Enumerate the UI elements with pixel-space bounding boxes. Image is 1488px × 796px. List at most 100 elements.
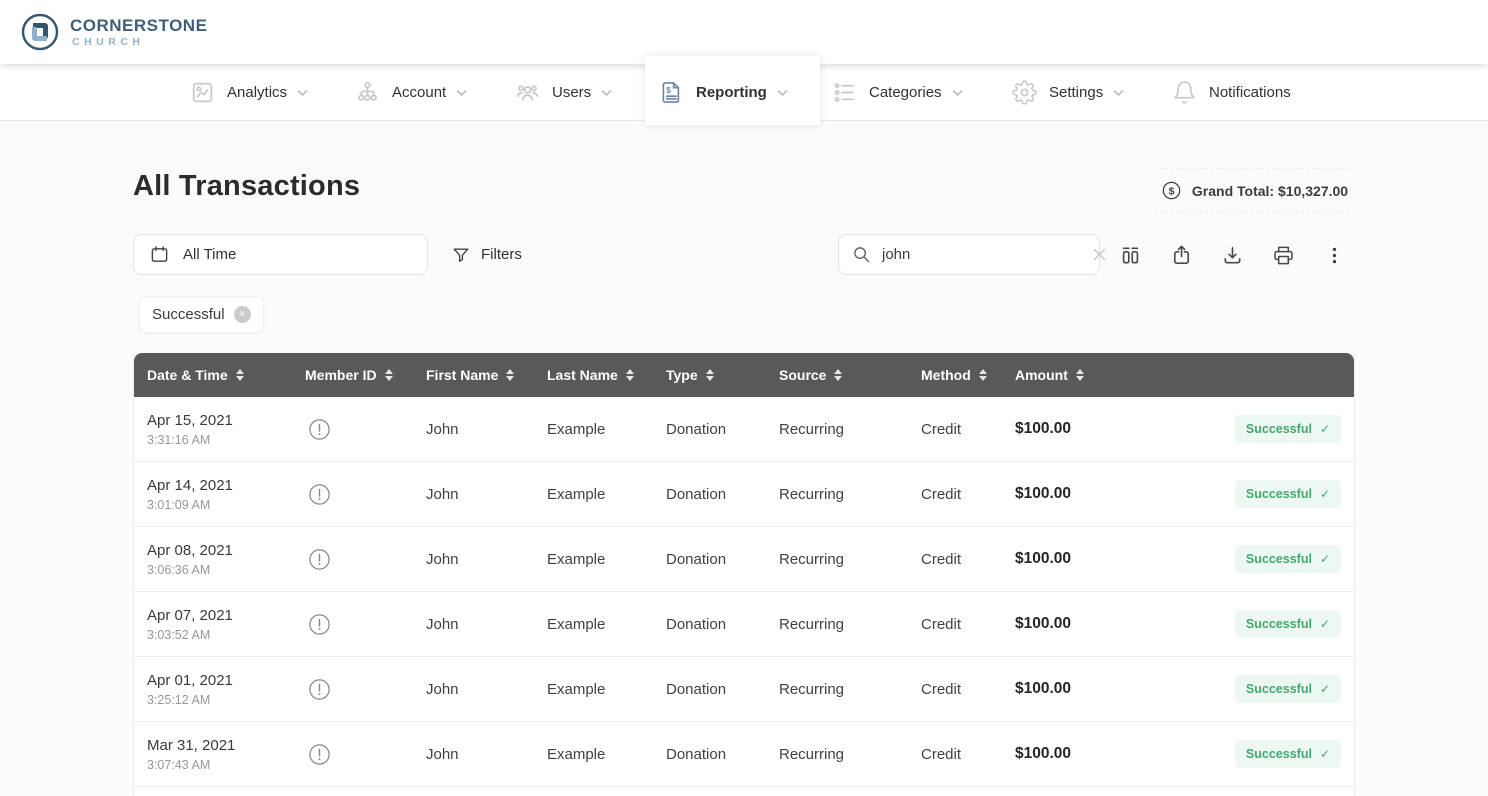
search-input[interactable]	[882, 246, 1081, 263]
search-box	[838, 234, 1100, 275]
filters-label: Filters	[481, 246, 522, 263]
nav-label-analytics: Analytics	[227, 84, 287, 101]
print-button[interactable]	[1265, 237, 1301, 273]
nav-item-notifications[interactable]: Notifications	[1172, 64, 1291, 121]
chevron-down-icon	[601, 89, 612, 97]
nav-item-analytics[interactable]: Analytics	[190, 64, 308, 121]
member-id-alert-icon[interactable]	[305, 678, 331, 701]
row-date: Apr 01, 2021	[147, 672, 305, 689]
table-header-row: Date & Time Member ID First Name Last Na…	[134, 353, 1354, 397]
row-type: Donation	[666, 421, 779, 438]
status-badge-label: Successful	[1246, 682, 1312, 696]
member-id-alert-icon[interactable]	[305, 548, 331, 571]
top-bar: CORNERSTONE CHURCH	[0, 0, 1488, 64]
search-clear-icon[interactable]	[1092, 247, 1107, 262]
row-time: 3:03:52 AM	[147, 628, 305, 642]
row-first-name: John	[426, 681, 547, 698]
church-logo-icon	[16, 8, 64, 56]
categories-icon	[832, 80, 857, 105]
status-badge-label: Successful	[1246, 747, 1312, 761]
date-range-picker[interactable]: All Time	[133, 234, 428, 275]
member-id-alert-icon[interactable]	[305, 743, 331, 766]
sort-icon	[834, 369, 842, 381]
column-header-type[interactable]: Type	[666, 367, 779, 383]
member-id-alert-icon[interactable]	[305, 483, 331, 506]
nav-label-users: Users	[552, 84, 591, 101]
member-id-alert-icon[interactable]	[305, 418, 331, 441]
column-header-first-name[interactable]: First Name	[426, 367, 547, 383]
row-date: Apr 08, 2021	[147, 542, 305, 559]
table-row[interactable]: Apr 15, 2021 3:31:16 AM John Example Don…	[134, 397, 1354, 462]
status-badge: Successful ✓	[1235, 610, 1341, 638]
filters-button[interactable]: Filters	[452, 234, 522, 275]
table-row[interactable]: Mar 31, 2021 3:07:43 AM John Example Don…	[134, 722, 1354, 787]
status-badge: Successful ✓	[1235, 415, 1341, 443]
toolbar-actions	[1112, 236, 1352, 274]
nav-label-notifications: Notifications	[1209, 84, 1291, 101]
column-header-date-time[interactable]: Date & Time	[147, 367, 305, 383]
row-time: 3:25:12 AM	[147, 693, 305, 707]
check-icon: ✓	[1320, 617, 1330, 631]
download-button[interactable]	[1214, 237, 1250, 273]
row-method: Credit	[921, 746, 1015, 763]
column-header-amount[interactable]: Amount	[1015, 367, 1135, 383]
table-row[interactable]: Apr 08, 2021 3:06:36 AM John Example Don…	[134, 527, 1354, 592]
sort-icon	[236, 369, 244, 381]
status-badge: Successful ✓	[1235, 675, 1341, 703]
row-time: 3:31:16 AM	[147, 433, 305, 447]
row-source: Recurring	[779, 421, 921, 438]
nav-label-categories: Categories	[869, 84, 942, 101]
column-header-last-name[interactable]: Last Name	[547, 367, 666, 383]
users-icon	[515, 80, 540, 105]
status-badge-label: Successful	[1246, 552, 1312, 566]
svg-text:$: $	[1169, 186, 1175, 197]
status-badge: Successful ✓	[1235, 545, 1341, 573]
column-header-member-id[interactable]: Member ID	[305, 367, 426, 383]
row-source: Recurring	[779, 551, 921, 568]
table-row[interactable]: Apr 14, 2021 3:01:09 AM John Example Don…	[134, 462, 1354, 527]
table-row[interactable]: Apr 01, 2021 3:25:12 AM John Example Don…	[134, 657, 1354, 722]
brand-logo[interactable]: CORNERSTONE CHURCH	[16, 8, 207, 56]
dollar-circle-icon: $	[1162, 181, 1181, 200]
page-title: All Transactions	[133, 170, 360, 203]
nav-item-users[interactable]: Users	[515, 64, 612, 121]
nav-label-account: Account	[392, 84, 446, 101]
row-method: Credit	[921, 681, 1015, 698]
nav-item-categories[interactable]: Categories	[832, 64, 963, 121]
check-icon: ✓	[1320, 552, 1330, 566]
row-time: 3:06:36 AM	[147, 563, 305, 577]
row-last-name: Example	[547, 421, 666, 438]
chevron-down-icon	[456, 89, 467, 97]
sort-icon	[385, 369, 393, 381]
nav-label-settings: Settings	[1049, 84, 1103, 101]
column-header-method[interactable]: Method	[921, 367, 1015, 383]
notifications-icon	[1172, 80, 1197, 105]
row-time: 3:07:43 AM	[147, 758, 305, 772]
chevron-down-icon	[952, 89, 963, 97]
member-id-alert-icon[interactable]	[305, 613, 331, 636]
columns-view-button[interactable]	[1112, 237, 1148, 273]
more-options-button[interactable]	[1316, 237, 1352, 273]
nav-item-reporting[interactable]: $ Reporting	[659, 64, 788, 121]
table-row[interactable]: Apr 07, 2021 3:03:52 AM John Example Don…	[134, 592, 1354, 657]
row-amount: $100.00	[1015, 420, 1135, 438]
sort-icon	[706, 369, 714, 381]
nav-item-account[interactable]: Account	[355, 64, 467, 121]
column-header-source[interactable]: Source	[779, 367, 921, 383]
row-last-name: Example	[547, 616, 666, 633]
status-badge: Successful ✓	[1235, 480, 1341, 508]
row-date: Apr 14, 2021	[147, 477, 305, 494]
sort-icon	[626, 369, 634, 381]
check-icon: ✓	[1320, 747, 1330, 761]
chevron-down-icon	[297, 89, 308, 97]
row-last-name: Example	[547, 681, 666, 698]
share-button[interactable]	[1163, 237, 1199, 273]
nav-item-settings[interactable]: Settings	[1012, 64, 1124, 121]
row-method: Credit	[921, 551, 1015, 568]
chevron-down-icon	[777, 89, 788, 97]
table-body: Apr 15, 2021 3:31:16 AM John Example Don…	[134, 397, 1354, 787]
check-icon: ✓	[1320, 682, 1330, 696]
row-first-name: John	[426, 486, 547, 503]
chip-remove-icon[interactable]: ×	[234, 306, 251, 323]
analytics-icon	[190, 80, 215, 105]
